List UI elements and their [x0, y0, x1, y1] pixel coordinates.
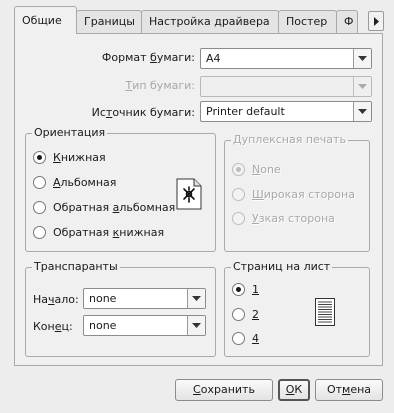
orientation-portrait-radio[interactable] [33, 151, 46, 164]
orientation-reverse-portrait-label[interactable]: Обратная книжная [53, 226, 164, 239]
pages-per-sheet-1-radio[interactable] [232, 283, 245, 296]
pages-per-sheet-group: Страниц на лист [224, 260, 370, 357]
chevron-down-icon [358, 84, 367, 89]
chevron-down-icon [192, 323, 201, 328]
orientation-landscape-label[interactable]: Альбомная [53, 176, 116, 189]
duplex-long-edge-radio[interactable] [232, 188, 245, 201]
orientation-portrait-label[interactable]: Книжная [53, 151, 106, 164]
orientation-landscape-radio[interactable] [33, 176, 46, 189]
banner-start-select[interactable]: none [83, 288, 206, 309]
paper-format-select[interactable]: A4 [200, 48, 372, 69]
pages-per-sheet-4-radio[interactable] [232, 332, 245, 345]
orientation-title: Ориентация [32, 126, 108, 139]
duplex-none-radio[interactable] [232, 163, 245, 176]
duplex-short-edge-radio[interactable] [232, 212, 245, 225]
paper-type-label: Тип бумаги: [125, 79, 195, 92]
paper-source-label: Источник бумаги: [91, 106, 195, 119]
banner-end-select[interactable]: none [83, 315, 206, 336]
chevron-down-icon [192, 296, 201, 301]
banner-start-label: Начало: [33, 293, 79, 306]
paper-format-label: Формат бумаги: [101, 51, 195, 64]
paper-source-value: Printer default [206, 105, 285, 118]
duplex-short-edge-label[interactable]: Узкая сторона [252, 212, 335, 225]
paper-type-select[interactable] [200, 76, 372, 97]
paper-format-value: A4 [206, 52, 221, 65]
pages-per-sheet-4-label[interactable]: 4 [252, 332, 259, 345]
single-page-icon [315, 298, 335, 326]
duplex-title: Дуплексная печать [231, 133, 348, 146]
ok-button[interactable]: ОК [278, 379, 310, 401]
banners-group: Транспаранты [25, 260, 216, 357]
paper-source-select[interactable]: Printer default [200, 101, 372, 122]
orientation-reverse-landscape-radio[interactable] [33, 201, 46, 214]
chevron-down-icon [358, 56, 367, 61]
pages-per-sheet-2-label[interactable]: 2 [252, 308, 259, 321]
orientation-reverse-landscape-label[interactable]: Обратная альбомная [53, 201, 175, 214]
banner-end-label: Конец: [33, 320, 73, 333]
portrait-page-icon [176, 178, 202, 210]
chevron-down-icon [358, 109, 367, 114]
save-button[interactable]: Сохранить [175, 379, 273, 401]
banners-title: Транспаранты [32, 260, 120, 273]
cancel-button[interactable]: Отмена [315, 379, 383, 401]
pages-per-sheet-2-radio[interactable] [232, 308, 245, 321]
banner-start-value: none [89, 292, 117, 305]
orientation-reverse-portrait-radio[interactable] [33, 226, 46, 239]
pages-per-sheet-1-label[interactable]: 1 [252, 283, 259, 296]
duplex-long-edge-label[interactable]: Широкая сторона [252, 188, 355, 201]
banner-end-value: none [89, 319, 117, 332]
duplex-none-label[interactable]: None [252, 163, 281, 176]
pages-per-sheet-title: Страниц на лист [231, 260, 333, 273]
